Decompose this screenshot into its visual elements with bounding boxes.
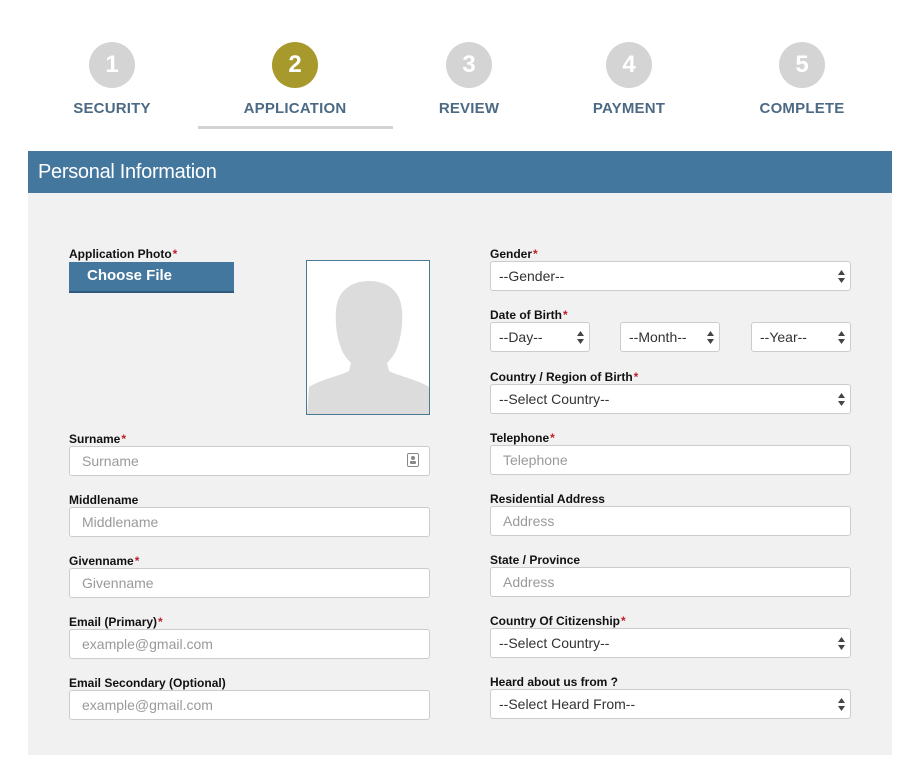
telephone-label: Telephone* (490, 431, 555, 445)
dob-month-select[interactable]: --Month-- (620, 322, 720, 352)
required-marker: * (563, 308, 568, 322)
required-marker: * (134, 554, 140, 568)
select-value: --Select Country-- (499, 391, 610, 407)
step-application[interactable]: 2 APPLICATION (215, 42, 375, 117)
step-label: PAYMENT (592, 100, 666, 117)
step-complete[interactable]: 5 COMPLETE (722, 42, 882, 117)
label-text: Telephone (490, 431, 550, 445)
step-label: REVIEW (438, 100, 500, 117)
heard-from-label: Heard about us from ? (490, 675, 619, 689)
citizenship-select[interactable]: --Select Country-- (490, 628, 851, 658)
label-text: Givenname (69, 554, 134, 568)
select-value: --Month-- (629, 329, 687, 345)
telephone-input[interactable]: Telephone (490, 445, 851, 475)
label-text: Country / Region of Birth (490, 370, 633, 384)
givenname-label: Givenname* (69, 554, 139, 568)
progress-stepper: 1 SECURITY 2 APPLICATION 3 REVIEW 4 PAYM… (0, 0, 908, 140)
up-down-arrows-icon (838, 698, 845, 711)
up-down-arrows-icon (838, 331, 845, 344)
middlename-label: Middlename (69, 493, 139, 507)
residential-address-label: Residential Address (490, 492, 605, 506)
step-label: APPLICATION (243, 100, 347, 117)
step-label: SECURITY (73, 100, 151, 117)
required-marker: * (158, 615, 163, 629)
up-down-arrows-icon (707, 331, 714, 344)
up-down-arrows-icon (577, 331, 584, 344)
up-down-arrows-icon (838, 270, 845, 283)
email-primary-label: Email (Primary)* (69, 615, 163, 629)
gender-select[interactable]: --Gender-- (490, 261, 851, 291)
active-step-indicator (198, 126, 393, 129)
photo-preview (306, 260, 430, 415)
label-text: Date of Birth (490, 308, 562, 322)
step-security[interactable]: 1 SECURITY (32, 42, 192, 117)
required-marker: * (633, 370, 639, 384)
birth-country-select[interactable]: --Select Country-- (490, 384, 851, 414)
select-value: --Select Country-- (499, 635, 610, 651)
label-text: Country Of Citizenship (490, 614, 620, 628)
select-value: --Day-- (499, 329, 543, 345)
dob-year-select[interactable]: --Year-- (751, 322, 851, 352)
up-down-arrows-icon (838, 637, 845, 650)
select-value: --Select Heard From-- (499, 696, 636, 712)
required-marker: * (621, 614, 626, 628)
email-secondary-label: Email Secondary (Optional) (69, 676, 226, 690)
dob-label: Date of Birth* (490, 308, 568, 322)
state-label: State / Province (490, 553, 581, 567)
middlename-input[interactable]: Middlename (69, 507, 430, 537)
state-input[interactable]: Address (490, 567, 851, 597)
heard-from-select[interactable]: --Select Heard From-- (490, 689, 851, 719)
label-text: Gender (490, 247, 533, 261)
dob-day-select[interactable]: --Day-- (490, 322, 590, 352)
contact-card-icon[interactable] (407, 453, 419, 467)
section-title: Personal Information (38, 161, 217, 183)
select-value: --Gender-- (499, 268, 565, 284)
step-label: COMPLETE (759, 100, 845, 117)
email-primary-input[interactable]: example@gmail.com (69, 629, 430, 659)
choose-file-button[interactable]: Choose File (69, 262, 234, 293)
required-marker: * (172, 247, 178, 261)
step-number: 5 (779, 42, 825, 88)
up-down-arrows-icon (838, 393, 845, 406)
step-review[interactable]: 3 REVIEW (389, 42, 549, 117)
step-number: 1 (89, 42, 135, 88)
step-number: 3 (446, 42, 492, 88)
required-marker: * (533, 247, 538, 261)
surname-label: Surname* (69, 432, 126, 446)
label-text: Email (Primary) (69, 615, 158, 629)
photo-label: Application Photo* (69, 247, 177, 261)
step-number: 2 (272, 42, 318, 88)
step-payment[interactable]: 4 PAYMENT (549, 42, 709, 117)
person-silhouette-icon (307, 261, 429, 414)
step-number: 4 (606, 42, 652, 88)
section-header: Personal Information (28, 151, 892, 193)
givenname-input[interactable]: Givenname (69, 568, 430, 598)
label-text: Surname (69, 432, 121, 446)
residential-address-input[interactable]: Address (490, 506, 851, 536)
birth-country-label: Country / Region of Birth* (490, 370, 638, 384)
required-marker: * (550, 431, 555, 445)
email-secondary-input[interactable]: example@gmail.com (69, 690, 430, 720)
gender-label: Gender* (490, 247, 538, 261)
surname-input[interactable]: Surname (69, 446, 430, 476)
label-text: Application Photo (69, 247, 172, 261)
citizenship-label: Country Of Citizenship* (490, 614, 626, 628)
select-value: --Year-- (760, 329, 807, 345)
required-marker: * (121, 432, 127, 446)
